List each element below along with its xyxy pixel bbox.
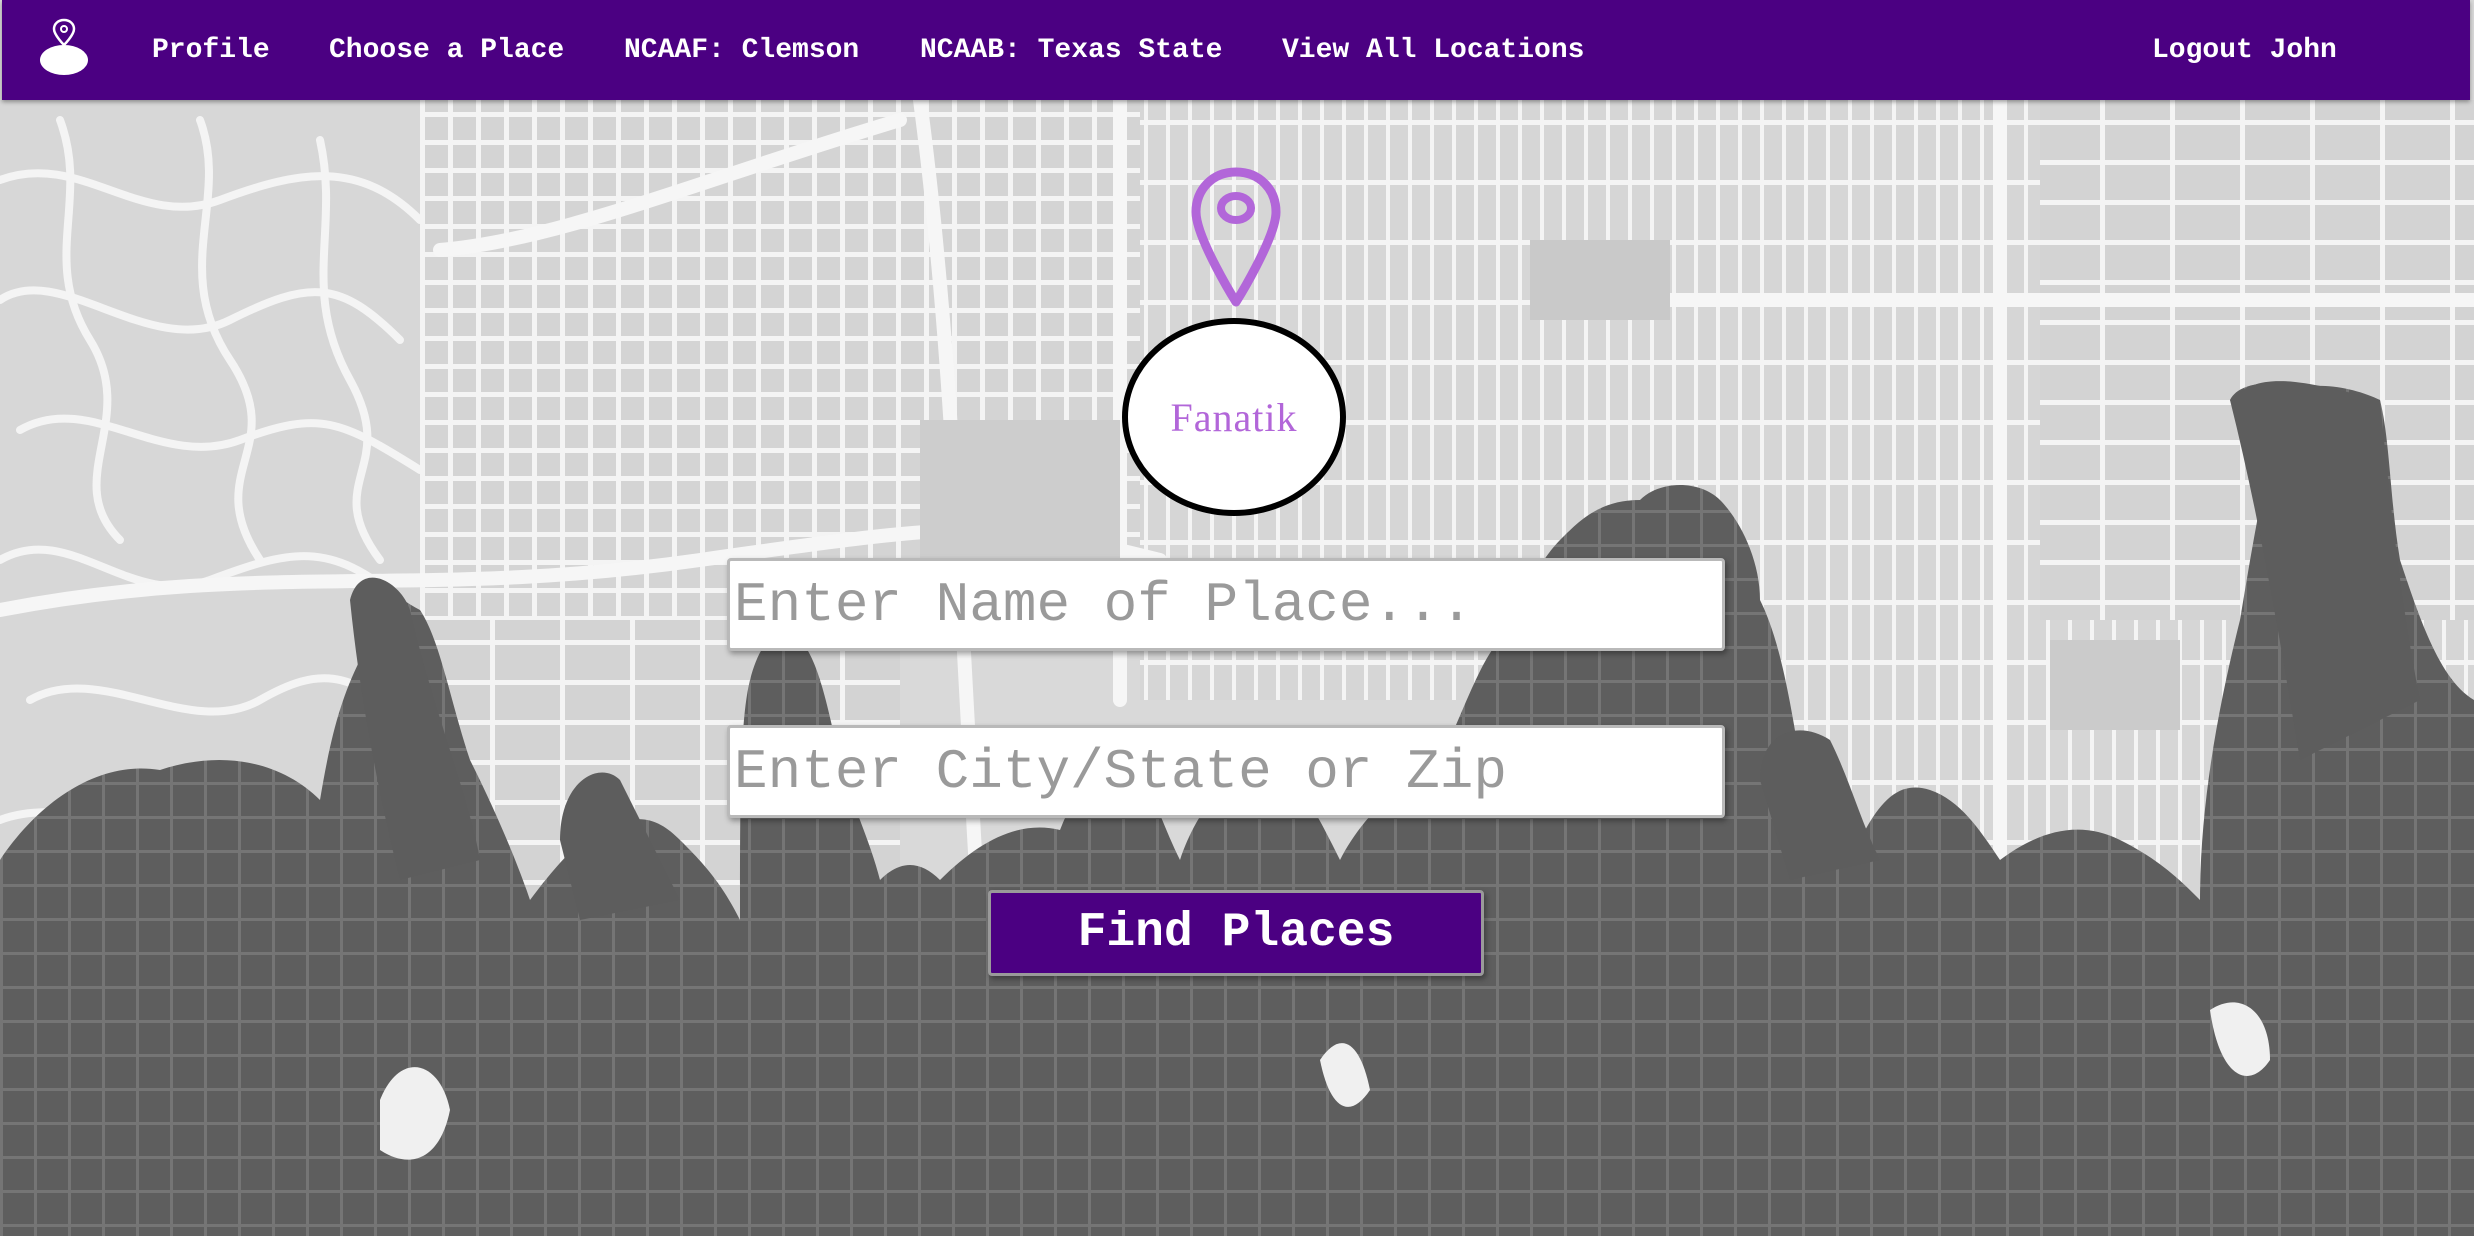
home-logo-button[interactable] <box>36 18 92 78</box>
brand-logo: Fanatik <box>1122 318 1346 516</box>
brand-name: Fanatik <box>1170 394 1298 440</box>
place-name-input[interactable] <box>727 558 1725 651</box>
nav-view-all-locations-link[interactable]: View All Locations <box>1282 34 1584 68</box>
logout-link[interactable]: Logout John <box>2152 34 2337 68</box>
nav-choose-place-link[interactable]: Choose a Place <box>329 34 564 68</box>
location-input[interactable] <box>727 725 1725 818</box>
find-places-button[interactable]: Find Places <box>988 890 1484 976</box>
page: Profile Choose a Place NCAAF: Clemson NC… <box>0 0 2474 1236</box>
map-pin-icon <box>40 18 88 75</box>
nav-ncaab-link[interactable]: NCAAB: Texas State <box>920 34 1222 68</box>
nav-ncaaf-link[interactable]: NCAAF: Clemson <box>624 34 859 68</box>
top-navbar: Profile Choose a Place NCAAF: Clemson NC… <box>2 0 2470 100</box>
map-pin-icon <box>1191 167 1281 307</box>
nav-profile-link[interactable]: Profile <box>152 34 270 68</box>
